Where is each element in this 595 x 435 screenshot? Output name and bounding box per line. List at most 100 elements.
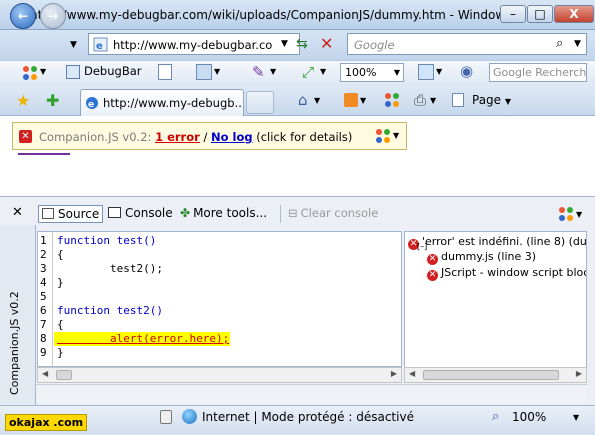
code-line: 4} [38,276,398,290]
status-zoom-level[interactable]: 100% [512,410,546,424]
print-dropdown-icon[interactable]: ▼ [430,96,436,105]
debugbar-window-icon [66,65,80,79]
code-horizontal-scrollbar[interactable]: ◀ ▶ [37,367,402,383]
page-menu-icon [452,93,464,107]
line-number: 1 [40,234,47,247]
resize-dropdown-icon[interactable]: ▼ [320,67,326,76]
clear-console-button[interactable]: ⊟ Clear console [288,206,378,220]
zoom-dropdown-icon[interactable]: ▼ [573,413,579,422]
zoom-select[interactable]: 100% ▼ [340,63,404,82]
companion-logo-icon[interactable] [375,128,391,144]
capture-icon[interactable] [418,64,434,80]
rss-feed-icon[interactable] [344,93,358,107]
google-search-input[interactable]: Google Recherche [489,63,587,82]
error-list-panel[interactable]: ✕'error' est indéfini. (line 8) (dumm [–… [404,231,587,383]
new-tab-button[interactable] [246,91,274,114]
error-icon: ✕ [19,130,32,143]
document-icon[interactable] [158,64,172,80]
page-menu-button[interactable]: Page ▼ [472,93,511,107]
scroll-right-icon[interactable]: ▶ [576,369,582,378]
scroll-left-icon[interactable]: ◀ [42,369,48,378]
window-title: http://www.my-debugbar.com/wiki/uploads/… [30,8,500,22]
close-window-button[interactable]: X [554,5,594,23]
eye-icon[interactable]: ◉ [460,62,473,80]
add-favorites-icon[interactable]: ✚ [46,91,59,110]
companion-dropdown-icon[interactable]: ▼ [393,131,399,140]
error-icon: ✕ [427,270,438,281]
dom-dropdown-icon[interactable]: ▼ [214,67,220,76]
stack-row[interactable]: ✕ JScript - window script block [427,266,586,281]
code-line: 2{ [38,248,398,262]
toolbar-divider [280,205,281,223]
minimize-button[interactable]: – [500,5,526,23]
notice-separator: / [203,130,208,144]
scroll-thumb[interactable] [423,370,559,380]
history-dropdown-icon[interactable]: ▼ [70,40,77,50]
console-tab[interactable]: Console [108,206,173,220]
search-input[interactable]: Google [354,38,395,52]
back-button[interactable]: ← [10,3,36,29]
refresh-icon[interactable]: ⇆ [296,36,308,52]
error-horizontal-scrollbar[interactable]: ◀ ▶ [404,367,587,383]
error-count-link[interactable]: 1 error [155,130,200,144]
close-panel-icon[interactable]: ✕ [12,205,23,220]
zoom-icon[interactable]: ⌕ [492,409,499,424]
color-picker-icon[interactable]: ✎ [252,63,265,81]
dom-inspector-icon[interactable] [196,64,212,80]
code-line: 1 function test() [38,234,398,248]
no-log-link[interactable]: No log [211,130,253,144]
title-bar: e http://www.my-debugbar.com/wiki/upload… [0,0,595,30]
print-icon[interactable]: ⎙ [414,91,426,109]
capture-dropdown-icon[interactable]: ▼ [436,67,442,76]
page-icon: e [93,37,108,52]
scroll-left-icon[interactable]: ◀ [409,369,415,378]
panel-bottom-strip [37,384,587,404]
stack-text: dummy.js (line 3) [441,250,537,263]
search-icon[interactable]: ⌕ [556,36,563,51]
address-dropdown-icon[interactable]: ▼ [281,39,288,49]
scroll-right-icon[interactable]: ▶ [391,369,397,378]
line-number: 9 [40,346,47,359]
error-main-text: 'error' est indéfini. (line 8) (dumm [422,235,587,248]
more-tools-button[interactable]: ✤ More tools... [180,206,267,220]
stop-icon[interactable]: ✕ [320,34,333,53]
security-zone-text[interactable]: Internet | Mode protégé : désactivé [202,410,414,424]
tab-current-page[interactable]: e http://www.my-debugb... [80,89,244,116]
notice-text: Companion.JS v0.2: 1 error / No log (cli… [39,130,352,144]
debugbar-button[interactable]: DebugBar [84,64,141,78]
source-tab[interactable]: Source [38,205,104,223]
home-dropdown-icon[interactable]: ▼ [314,96,320,105]
maximize-button[interactable]: □ [527,5,553,23]
error-main-row[interactable]: ✕'error' est indéfini. (line 8) (dumm [408,235,587,250]
forward-button[interactable]: → [40,3,66,29]
stack-row[interactable]: ✕ dummy.js (line 3) [427,250,536,265]
clear-icon: ⊟ [288,206,298,220]
address-text[interactable]: http://www.my-debugbar.cor [113,38,273,52]
home-icon[interactable]: ⌂ [298,91,308,109]
code-text: function test() [57,234,157,247]
search-box[interactable]: Google ⌕ ▼ [347,33,587,55]
search-dropdown-icon[interactable]: ▼ [574,39,581,49]
panel-menu-dropdown-icon[interactable]: ▼ [576,210,582,219]
scroll-thumb[interactable] [56,370,72,380]
debugbar-command-icon[interactable] [384,92,400,108]
address-bar[interactable]: e http://www.my-debugbar.cor ▼ [88,33,300,55]
debugbar-menu-icon[interactable]: ▼ [40,67,46,76]
source-code-view[interactable]: 1 function test() 2{ 3 test2(); 4} 5 6 fun… [37,231,402,367]
rss-dropdown-icon[interactable]: ▼ [360,96,366,105]
line-number: 3 [40,262,47,275]
svg-text:e: e [96,41,103,52]
companion-notice-bar[interactable]: ✕ Companion.JS v0.2: 1 error / No log (c… [12,122,407,150]
favorites-star-icon[interactable]: ★ [16,91,30,110]
debugbar-logo-icon[interactable] [22,65,38,81]
code-line: 6 function test2() [38,304,398,318]
color-dropdown-icon[interactable]: ▼ [270,67,276,76]
error-icon: ✕ [427,254,438,265]
resize-icon[interactable]: ⤢ [302,63,314,81]
panel-logo-icon[interactable] [558,206,574,222]
collapse-toggle-icon[interactable]: [–] [417,242,427,251]
line-number: 6 [40,304,47,317]
zoom-dropdown-icon[interactable]: ▼ [394,64,400,81]
error-code-text: alert(error.here); [57,332,230,345]
code-text: } [57,346,64,359]
